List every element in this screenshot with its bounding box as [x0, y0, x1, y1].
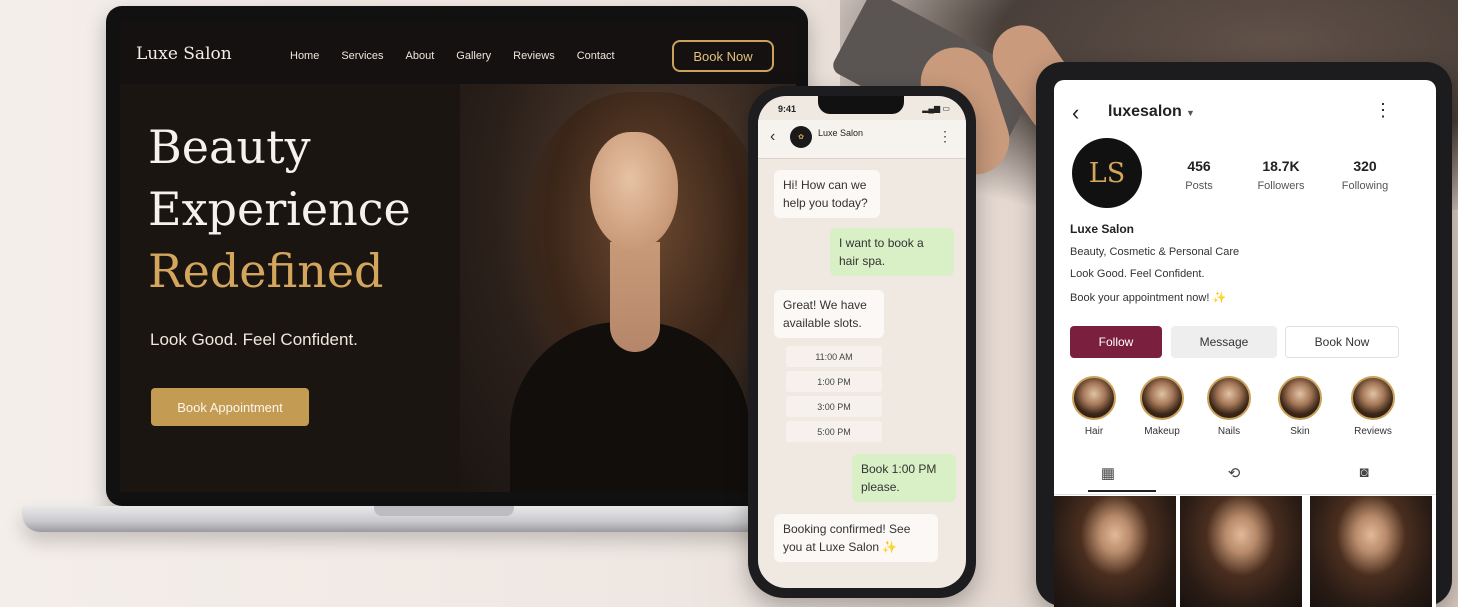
highlight-thumbnail [1278, 376, 1322, 420]
chat-contact-name: Luxe Salon [818, 128, 864, 138]
highlight-label: Nails [1217, 426, 1241, 437]
chat-avatar[interactable]: ✿ [790, 126, 812, 148]
more-vertical-icon[interactable]: ⋮ [938, 128, 952, 145]
tagged-icon[interactable]: ◙ [1354, 464, 1374, 484]
profile-bio-line: Book your appointment now! ✨ [1070, 292, 1227, 304]
phone-chat-screen: 9:41 ▂▄▆ ▭ ‹ ✿ Luxe Salon ⋮ Hi! How can … [758, 96, 966, 588]
chat-message: Hi! How can we help you today? [774, 170, 880, 218]
active-tab-indicator [1088, 490, 1156, 492]
chat-message: Booking confirmed! See you at Luxe Salon… [774, 514, 938, 562]
stat-number: 18.7K [1262, 158, 1300, 174]
hero-line-3: Redefined [148, 244, 384, 298]
grid-icon[interactable]: ▦ [1098, 464, 1118, 484]
tablet-instagram-profile: ‹ luxesalon ▼ ⋮ LS 456 Posts 18.7K Follo… [1054, 80, 1436, 607]
chat-message: I want to book a hair spa. [830, 228, 954, 276]
highlight-label: Skin [1290, 426, 1310, 437]
nav-services[interactable]: Services [341, 50, 383, 62]
profile-name: Luxe Salon [1070, 222, 1135, 236]
stat-label: Following [1341, 180, 1389, 192]
stat-number: 456 [1187, 158, 1211, 174]
highlight-reviews[interactable]: Reviews [1349, 376, 1397, 437]
time-slot-button[interactable]: 1:00 PM [786, 371, 882, 392]
highlight-thumbnail [1072, 376, 1116, 420]
laptop-website: Luxe Salon Home Services About Gallery R… [120, 22, 796, 492]
message-button[interactable]: Message [1171, 326, 1277, 358]
highlight-label: Hair [1084, 426, 1104, 437]
chat-header: ‹ ✿ Luxe Salon ⋮ [758, 120, 966, 159]
hero-subtitle: Look Good. Feel Confident. [150, 330, 358, 349]
book-appointment-button[interactable]: Book Appointment [151, 388, 309, 426]
post-thumbnail[interactable] [1180, 496, 1302, 607]
hero-model-neck [610, 242, 660, 352]
highlight-makeup[interactable]: Makeup [1138, 376, 1186, 437]
reels-icon[interactable]: ⟲ [1224, 464, 1244, 484]
status-time: 9:41 [778, 104, 797, 114]
signal-battery-icon: ▂▄▆ ▭ [922, 104, 950, 113]
highlight-thumbnail [1351, 376, 1395, 420]
profile-bio-line: Look Good. Feel Confident. [1070, 268, 1205, 280]
chat-message: Great! We have available slots. [774, 290, 884, 338]
nav-links: Home Services About Gallery Reviews Cont… [290, 50, 615, 62]
site-logo[interactable]: Luxe Salon [136, 44, 232, 64]
phone-notch [818, 96, 904, 114]
nav-reviews[interactable]: Reviews [513, 50, 555, 62]
post-thumbnail[interactable] [1310, 496, 1432, 607]
highlight-thumbnail [1207, 376, 1251, 420]
highlight-nails[interactable]: Nails [1205, 376, 1253, 437]
highlight-hair[interactable]: Hair [1070, 376, 1118, 437]
stat-followers[interactable]: 18.7K Followers [1246, 158, 1316, 192]
more-vertical-icon[interactable]: ⋮ [1374, 100, 1392, 121]
nav-contact[interactable]: Contact [577, 50, 615, 62]
hero-model-face [590, 132, 678, 250]
nav-gallery[interactable]: Gallery [456, 50, 491, 62]
profile-avatar[interactable]: LS [1072, 138, 1142, 208]
highlight-thumbnail [1140, 376, 1184, 420]
nav-about[interactable]: About [406, 50, 435, 62]
hero-line-1: Beauty [148, 120, 311, 174]
time-slot-button[interactable]: 11:00 AM [786, 346, 882, 367]
highlight-skin[interactable]: Skin [1276, 376, 1324, 437]
highlight-label: Makeup [1144, 426, 1180, 437]
book-now-button[interactable]: Book Now [672, 40, 774, 72]
highlight-label: Reviews [1354, 426, 1392, 437]
profile-handle[interactable]: luxesalon [1108, 103, 1182, 121]
chat-message: Book 1:00 PM please. [852, 454, 956, 502]
top-nav: Luxe Salon Home Services About Gallery R… [120, 22, 796, 84]
stat-following[interactable]: 320 Following [1330, 158, 1400, 192]
stat-label: Posts [1185, 180, 1213, 192]
book-now-button[interactable]: Book Now [1285, 326, 1399, 358]
hero-heading: Beauty Experience Redefined [148, 116, 411, 302]
post-thumbnail[interactable] [1054, 496, 1176, 607]
nav-home[interactable]: Home [290, 50, 319, 62]
back-arrow-icon[interactable]: ‹ [770, 128, 775, 146]
chevron-down-icon[interactable]: ▼ [1186, 108, 1195, 118]
stat-number: 320 [1353, 158, 1377, 174]
time-slot-button[interactable]: 5:00 PM [786, 421, 882, 442]
laptop-notch [374, 506, 514, 516]
stat-label: Followers [1257, 180, 1305, 192]
follow-button[interactable]: Follow [1070, 326, 1162, 358]
hero-line-2: Experience [148, 182, 411, 236]
profile-bio-line: Beauty, Cosmetic & Personal Care [1070, 246, 1240, 258]
stat-posts[interactable]: 456 Posts [1164, 158, 1234, 192]
time-slot-button[interactable]: 3:00 PM [786, 396, 882, 417]
back-arrow-icon[interactable]: ‹ [1072, 100, 1079, 126]
